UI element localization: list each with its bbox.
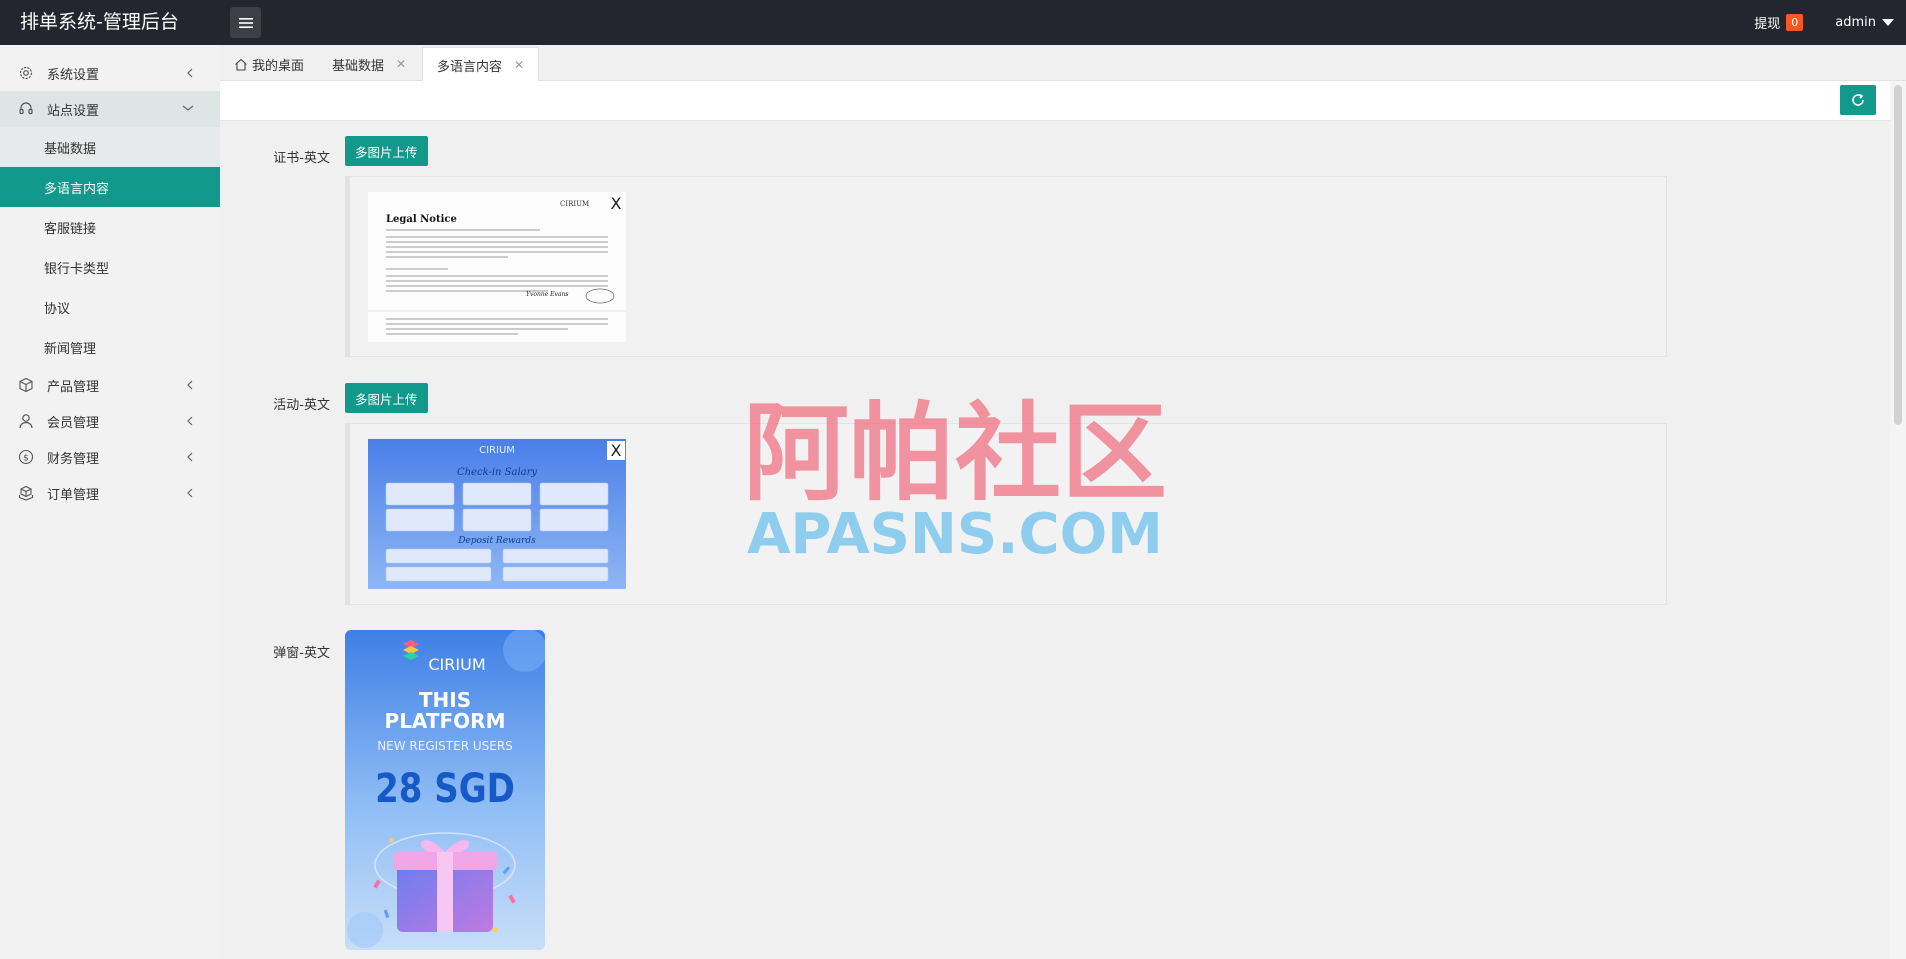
- cubes-icon: [18, 485, 34, 501]
- sidebar-item-orders[interactable]: 订单管理: [0, 475, 220, 511]
- top-header: 排单系统-管理后台 提现 0 admin: [0, 0, 1906, 45]
- image-preview-box: CIRIUM Legal Notice Yvonne Evans X: [345, 176, 1667, 357]
- sidebar: 系统设置 站点设置 基础数据 多语言内容 客服链接 银行卡类型 协议 新闻管理 …: [0, 45, 220, 959]
- popup-amount-text: 28 SGD: [375, 765, 515, 811]
- sidebar-item-label: 站点设置: [47, 103, 100, 119]
- activity-subheading-text: Deposit Rewards: [457, 536, 536, 546]
- sidebar-item-site-settings[interactable]: 站点设置: [0, 91, 220, 127]
- sidebar-subitem-basic-data[interactable]: 基础数据: [0, 127, 220, 167]
- cube-icon: [19, 377, 33, 393]
- user-icon: [19, 414, 33, 429]
- refresh-icon: [1852, 93, 1864, 106]
- close-icon[interactable]: ✕: [514, 58, 524, 72]
- user-name: admin: [1835, 15, 1876, 30]
- menu-toggle-button[interactable]: [230, 7, 261, 38]
- tab-my-desktop[interactable]: 我的桌面: [234, 47, 304, 81]
- sidebar-subitem-label: 基础数据: [44, 141, 97, 157]
- field-label-popup: 弹窗-英文: [273, 646, 330, 661]
- sidebar-subitem-service-link[interactable]: 客服链接: [0, 207, 220, 247]
- withdraw-label: 提现: [1754, 17, 1781, 32]
- scrollbar-thumb[interactable]: [1894, 85, 1902, 425]
- multi-image-upload-button[interactable]: 多图片上传: [345, 136, 428, 166]
- sidebar-item-label: 订单管理: [47, 487, 100, 503]
- tab-multilang[interactable]: 多语言内容 ✕: [422, 47, 540, 82]
- activity-heading-text: Check-in Salary: [457, 467, 537, 478]
- sidebar-subitem-label: 银行卡类型: [44, 261, 110, 277]
- refresh-button[interactable]: [1840, 85, 1876, 115]
- activity-brand-text: CIRIUM: [479, 445, 515, 456]
- sidebar-subitem-label: 协议: [44, 301, 71, 317]
- sidebar-subitem-news[interactable]: 新闻管理: [0, 327, 220, 367]
- sidebar-item-label: 财务管理: [47, 451, 100, 467]
- chevron-left-icon: [187, 488, 193, 498]
- sidebar-item-members[interactable]: 会员管理: [0, 403, 220, 439]
- tab-bar: 我的桌面 基础数据 ✕ 多语言内容 ✕: [220, 45, 1906, 82]
- caret-down-icon: [1882, 19, 1894, 26]
- sidebar-subitem-agreement[interactable]: 协议: [0, 287, 220, 327]
- sidebar-subitem-label: 多语言内容: [44, 181, 110, 197]
- sidebar-item-label: 系统设置: [47, 67, 100, 83]
- image-preview-box: CIRIUM Check-in Salary Deposit Rewards X: [345, 423, 1667, 605]
- legal-signature-text: Yvonne Evans: [526, 291, 568, 298]
- tab-label: 基础数据: [332, 58, 385, 74]
- tab-label: 我的桌面: [252, 58, 305, 74]
- certificate-image: CIRIUM Legal Notice Yvonne Evans X: [368, 192, 626, 342]
- gear-icon: [19, 66, 33, 80]
- sidebar-subitem-label: 新闻管理: [44, 341, 97, 357]
- legal-brand-text: CIRIUM: [560, 200, 589, 208]
- tab-label: 多语言内容: [437, 59, 503, 75]
- field-label-certificate: 证书-英文: [273, 151, 330, 166]
- content-toolbar: [220, 81, 1890, 121]
- withdraw-link[interactable]: 提现 0: [1754, 13, 1804, 32]
- sidebar-subitem-label: 客服链接: [44, 221, 97, 237]
- chevron-left-icon: [187, 452, 193, 462]
- delete-image-button[interactable]: X: [607, 194, 625, 213]
- chevron-left-icon: [187, 416, 193, 426]
- app-title: 排单系统-管理后台: [20, 11, 179, 33]
- sidebar-subitem-multilang[interactable]: 多语言内容: [0, 167, 220, 207]
- delete-image-button[interactable]: X: [607, 441, 625, 460]
- popup-brand-text: CIRIUM: [428, 655, 485, 674]
- legal-title-text: Legal Notice: [386, 214, 457, 225]
- field-label-activity: 活动-英文: [273, 398, 330, 413]
- chevron-left-icon: [187, 380, 193, 390]
- popup-line3-text: NEW REGISTER USERS: [377, 739, 513, 753]
- popup-image: CIRIUM THIS PLATFORM NEW REGISTER USERS …: [345, 630, 545, 950]
- chevron-left-icon: [187, 68, 193, 78]
- sidebar-item-label: 会员管理: [47, 415, 100, 431]
- sidebar-item-label: 产品管理: [47, 379, 100, 395]
- sidebar-item-system-settings[interactable]: 系统设置: [0, 55, 220, 91]
- home-icon: [235, 58, 247, 71]
- sidebar-subitem-bank-card-type[interactable]: 银行卡类型: [0, 247, 220, 287]
- activity-image: CIRIUM Check-in Salary Deposit Rewards X: [368, 439, 626, 589]
- multi-image-upload-button[interactable]: 多图片上传: [345, 383, 428, 413]
- user-menu[interactable]: admin: [1835, 15, 1894, 30]
- headset-icon: [19, 102, 33, 115]
- tab-basic-data[interactable]: 基础数据 ✕: [332, 47, 406, 81]
- close-icon[interactable]: ✕: [396, 57, 406, 71]
- chevron-down-icon: [182, 105, 194, 111]
- dollar-icon: $: [18, 449, 34, 465]
- sidebar-item-products[interactable]: 产品管理: [0, 367, 220, 403]
- sidebar-item-finance[interactable]: $ 财务管理: [0, 439, 220, 475]
- hamburger-icon: [238, 17, 253, 28]
- popup-line2-text: PLATFORM: [385, 709, 506, 733]
- withdraw-count-badge: 0: [1786, 14, 1804, 31]
- svg-text:$: $: [23, 454, 29, 464]
